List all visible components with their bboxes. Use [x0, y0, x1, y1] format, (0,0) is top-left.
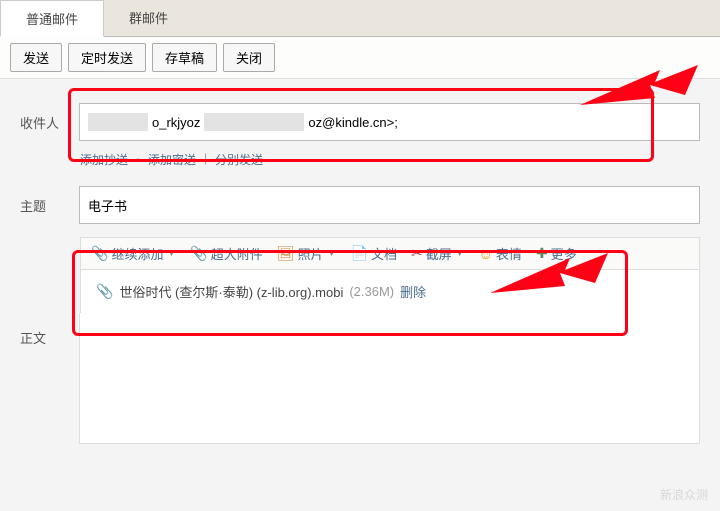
recipient-text-2: oz@kindle.cn>;	[308, 115, 397, 130]
document-button[interactable]: 📄 文档	[351, 244, 397, 263]
scissors-icon: ✂	[411, 245, 423, 262]
body-editor[interactable]	[79, 313, 700, 444]
add-bcc-link[interactable]: 添加密送	[148, 151, 196, 168]
paperclip-icon: 📎	[96, 283, 113, 300]
recipient-label: 收件人	[20, 113, 65, 132]
document-icon: 📄	[351, 245, 368, 262]
paperclip-icon: 📎	[91, 245, 108, 262]
subject-label: 主题	[20, 196, 65, 215]
close-button[interactable]: 关闭	[223, 43, 275, 72]
chevron-down-icon: ▼	[327, 248, 337, 259]
chevron-down-icon: ▼	[166, 248, 176, 259]
attachment-toolbar: 📎 继续添加 ▼ 📎 超大附件 🖼 照片 ▼ 📄 文档 ✂ 截屏 ▼ ☺ 表情 …	[80, 237, 700, 270]
recipient-input[interactable]: o_rkjyoz oz@kindle.cn>;	[79, 103, 700, 141]
photo-button[interactable]: 🖼 照片 ▼	[277, 244, 337, 263]
toolbar: 发送 定时发送 存草稿 关闭	[0, 37, 720, 79]
save-draft-button[interactable]: 存草稿	[152, 43, 217, 72]
file-name: 世俗时代 (查尔斯·泰勒) (z-lib.org).mobi	[119, 282, 343, 301]
body-row: 正文	[0, 313, 700, 444]
watermark: 新浪众测	[660, 486, 708, 503]
continue-add-button[interactable]: 📎 继续添加 ▼	[91, 244, 176, 263]
screenshot-button[interactable]: ✂ 截屏 ▼	[411, 244, 465, 263]
tab-group-mail[interactable]: 群邮件	[104, 0, 193, 36]
big-attachment-button[interactable]: 📎 超大附件	[190, 244, 262, 263]
more-button[interactable]: ✚ 更多	[536, 244, 577, 263]
recipient-row: 收件人 o_rkjyoz oz@kindle.cn>;	[0, 95, 720, 149]
body-label: 正文	[0, 313, 79, 444]
send-button[interactable]: 发送	[10, 43, 62, 72]
file-size: (2.36M)	[349, 284, 394, 299]
recipient-options: 添加抄送 - 添加密送 | 分别发送	[0, 149, 720, 178]
tab-normal-mail[interactable]: 普通邮件	[0, 0, 104, 37]
compose-tabs: 普通邮件 群邮件	[0, 0, 720, 37]
paperclip-icon: 📎	[190, 245, 207, 262]
image-icon: 🖼	[277, 245, 295, 262]
plus-icon: ✚	[536, 245, 548, 262]
file-delete-link[interactable]: 删除	[400, 282, 426, 301]
emoji-button[interactable]: ☺ 表情	[479, 244, 522, 263]
chevron-down-icon: ▼	[455, 248, 465, 259]
timed-send-button[interactable]: 定时发送	[68, 43, 146, 72]
censored-block	[204, 113, 304, 131]
smiley-icon: ☺	[479, 246, 493, 262]
separate-send-link[interactable]: 分别发送	[215, 151, 263, 168]
subject-value: 电子书	[88, 196, 127, 215]
recipient-text-1: o_rkjyoz	[152, 115, 200, 130]
subject-row: 主题 电子书	[0, 178, 720, 232]
censored-block	[88, 113, 148, 131]
add-cc-link[interactable]: 添加抄送	[80, 151, 128, 168]
attached-file-row: 📎 世俗时代 (查尔斯·泰勒) (z-lib.org).mobi (2.36M)…	[80, 270, 700, 313]
subject-input[interactable]: 电子书	[79, 186, 700, 224]
